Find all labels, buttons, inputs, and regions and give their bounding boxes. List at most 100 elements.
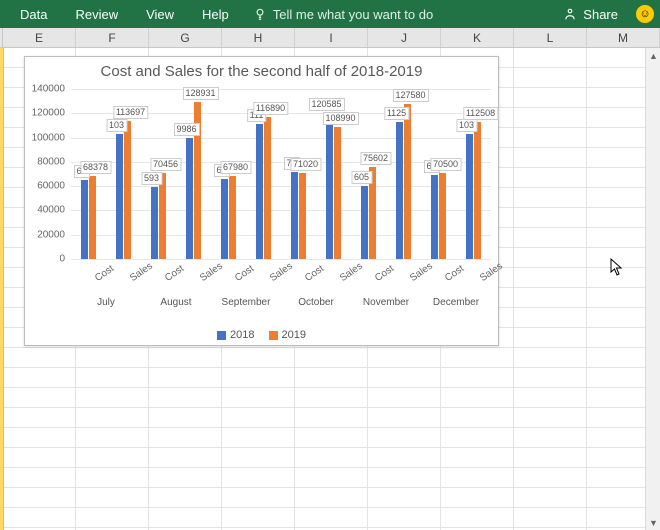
y-tick: 40000	[37, 205, 65, 216]
data-label: 112508	[463, 107, 498, 120]
vertical-scrollbar[interactable]: ▲ ▼	[645, 48, 660, 530]
legend-item-2019: 2019	[269, 329, 306, 341]
tab-help[interactable]: Help	[188, 0, 243, 28]
colhead[interactable]: I	[295, 28, 368, 47]
feedback-icon[interactable]: ☺	[636, 5, 654, 23]
bar-2018[interactable]	[81, 180, 88, 259]
bar-2018[interactable]	[221, 179, 228, 259]
worksheet-grid[interactable]: Cost and Sales for the second half of 20…	[0, 48, 660, 530]
data-label: 1125	[384, 107, 409, 120]
cursor-icon	[610, 258, 626, 281]
bar-2018[interactable]	[291, 172, 298, 259]
share-button[interactable]: Share	[553, 7, 628, 22]
data-label: 68378	[80, 161, 111, 174]
legend-label: 2019	[282, 329, 306, 341]
column-headers: E F G H I J K L M	[0, 28, 660, 48]
colhead[interactable]: G	[149, 28, 222, 47]
bar-2019[interactable]	[89, 176, 96, 259]
month-label: November	[351, 297, 421, 308]
data-label: 128931	[182, 87, 218, 100]
data-label: 108990	[322, 112, 358, 125]
y-tick: 100000	[32, 132, 65, 143]
subcat-label: Sales	[198, 261, 225, 284]
bar-2019[interactable]	[159, 173, 166, 259]
bar-2018[interactable]	[396, 122, 403, 259]
subcat-label: Cost	[443, 263, 466, 284]
colhead[interactable]: H	[222, 28, 295, 47]
subcat-label: Cost	[303, 263, 326, 284]
tab-review[interactable]: Review	[61, 0, 132, 28]
subcat-label: Sales	[268, 261, 295, 284]
month-label: July	[71, 297, 141, 308]
data-label: 593	[141, 172, 162, 185]
tell-me-label: Tell me what you want to do	[273, 7, 433, 22]
data-label: 103	[456, 119, 477, 132]
data-label: 605	[351, 171, 372, 184]
bar-2018[interactable]	[116, 134, 123, 259]
chart-title: Cost and Sales for the second half of 20…	[25, 57, 498, 82]
data-label: 70500	[430, 158, 461, 171]
legend-swatch	[269, 331, 278, 340]
month-label: October	[281, 297, 351, 308]
bar-2019[interactable]	[404, 104, 411, 259]
share-label: Share	[583, 7, 618, 22]
ribbon: Data Review View Help Tell me what you w…	[0, 0, 660, 28]
subcat-label: Cost	[93, 263, 116, 284]
bar-2019[interactable]	[124, 121, 131, 259]
scroll-up-icon[interactable]: ▲	[646, 48, 660, 63]
bar-2018[interactable]	[361, 186, 368, 259]
plot-area: 6568378103113697593704569986128931666798…	[71, 89, 491, 259]
data-label: 127580	[392, 89, 428, 102]
bar-2019[interactable]	[299, 173, 306, 259]
y-tick: 60000	[37, 181, 65, 192]
bar-2019[interactable]	[229, 176, 236, 259]
data-label: 120585	[308, 98, 344, 111]
subcat-label: Sales	[128, 261, 155, 284]
tab-view[interactable]: View	[132, 0, 188, 28]
bar-2019[interactable]	[334, 127, 341, 259]
bar-2018[interactable]	[186, 138, 193, 259]
tell-me[interactable]: Tell me what you want to do	[243, 7, 443, 22]
subcat-label: Sales	[478, 261, 505, 284]
scroll-down-icon[interactable]: ▼	[646, 515, 660, 530]
month-label: September	[211, 297, 281, 308]
share-icon	[563, 7, 577, 21]
bar-2018[interactable]	[326, 113, 333, 259]
data-label: 71020	[290, 158, 321, 171]
tab-data[interactable]: Data	[6, 0, 61, 28]
data-label: 67980	[220, 161, 251, 174]
y-tick: 0	[59, 254, 65, 265]
subcat-label: Cost	[163, 263, 186, 284]
y-tick: 20000	[37, 229, 65, 240]
embedded-chart[interactable]: Cost and Sales for the second half of 20…	[24, 56, 499, 346]
data-label: 113697	[113, 106, 148, 119]
legend-swatch	[217, 331, 226, 340]
y-tick: 120000	[32, 108, 65, 119]
bar-2019[interactable]	[439, 173, 446, 259]
colhead[interactable]: J	[368, 28, 441, 47]
bar-2019[interactable]	[474, 122, 481, 259]
subcat-label: Sales	[338, 261, 365, 284]
colhead[interactable]: K	[441, 28, 514, 47]
y-tick: 80000	[37, 156, 65, 167]
legend-item-2018: 2018	[217, 329, 254, 341]
data-label: 116890	[253, 102, 288, 115]
y-tick: 140000	[32, 84, 65, 95]
legend: 2018 2019	[25, 329, 498, 341]
subcat-label: Cost	[373, 263, 396, 284]
bar-2018[interactable]	[151, 187, 158, 259]
colhead[interactable]: E	[3, 28, 76, 47]
bar-2018[interactable]	[256, 124, 263, 259]
colhead[interactable]: M	[587, 28, 660, 47]
bar-2018[interactable]	[466, 134, 473, 259]
lightbulb-icon	[253, 7, 267, 21]
colhead[interactable]: L	[514, 28, 587, 47]
month-label: December	[421, 297, 491, 308]
bar-2019[interactable]	[264, 117, 271, 259]
bar-2018[interactable]	[431, 175, 438, 259]
data-label: 70456	[150, 158, 181, 171]
colhead[interactable]: F	[76, 28, 149, 47]
legend-label: 2018	[230, 329, 254, 341]
month-label: August	[141, 297, 211, 308]
bars: 6568378103113697593704569986128931666798…	[71, 89, 491, 259]
